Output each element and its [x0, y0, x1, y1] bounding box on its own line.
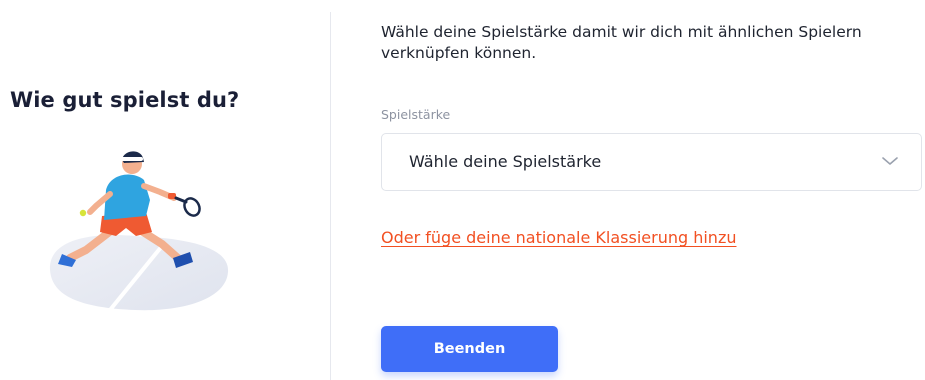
- skill-level-select[interactable]: Wähle deine Spielstärke: [381, 133, 922, 191]
- page-title: Wie gut spielst du?: [10, 88, 240, 112]
- finish-button[interactable]: Beenden: [381, 326, 558, 372]
- right-panel: Wähle deine Spielstärke damit wir dich m…: [381, 0, 925, 380]
- skill-level-select-value: Wähle deine Spielstärke: [409, 152, 602, 171]
- left-panel: Wie gut spielst du?: [0, 0, 330, 380]
- skill-level-label: Spielstärke: [381, 107, 451, 122]
- national-ranking-link[interactable]: Oder füge deine nationale Klassierung hi…: [381, 228, 736, 247]
- chevron-down-icon: [882, 157, 898, 165]
- intro-text: Wähle deine Spielstärke damit wir dich m…: [381, 23, 862, 62]
- tennis-player-illustration: [49, 151, 229, 312]
- vertical-divider: [330, 12, 331, 380]
